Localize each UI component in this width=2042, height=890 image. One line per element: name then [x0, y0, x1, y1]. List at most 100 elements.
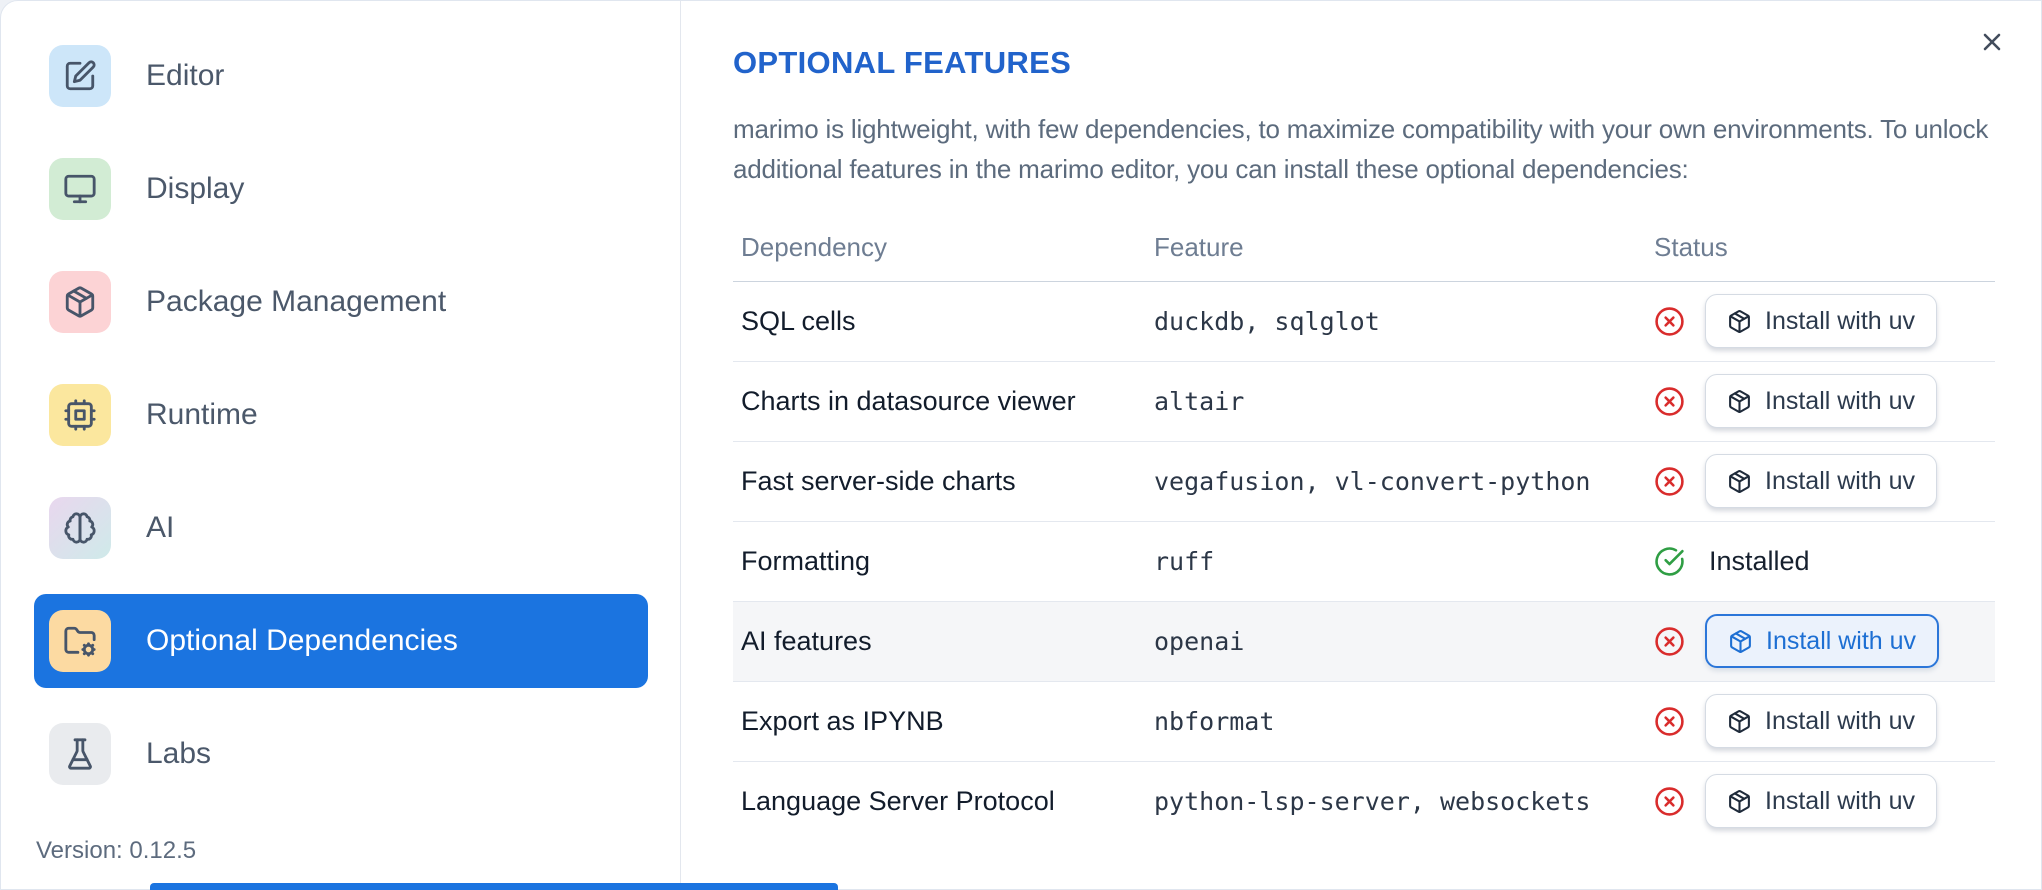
status-cell: Install with uv — [1646, 361, 1995, 442]
install-with-uv-button[interactable]: Install with uv — [1705, 614, 1940, 668]
dependency-cell: SQL cells — [733, 281, 1146, 362]
install-button-label: Install with uv — [1765, 386, 1916, 415]
sidebar-item-runtime[interactable]: Runtime — [34, 368, 648, 462]
table-row-fast-server-side-charts: Fast server-side charts vegafusion, vl-co… — [733, 441, 1995, 522]
install-button-label: Install with uv — [1765, 706, 1916, 735]
install-with-uv-button[interactable]: Install with uv — [1705, 374, 1938, 428]
dependency-cell: Charts in datasource viewer — [733, 361, 1146, 442]
missing-status-icon — [1654, 786, 1685, 817]
feature-cell: python-lsp-server, websockets — [1154, 786, 1591, 816]
settings-sidebar: Editor Display Package Management Runtime AI… — [1, 1, 681, 889]
dependencies-table: Dependency Feature Status SQL cells duckd… — [733, 223, 1995, 841]
cpu-icon — [64, 399, 96, 431]
table-row-formatting: Formatting ruff Installed — [733, 521, 1995, 602]
circle-x-icon — [1655, 306, 1684, 336]
package-icon — [1729, 709, 1750, 733]
circle-check-icon — [1655, 546, 1684, 576]
install-button-label: Install with uv — [1765, 466, 1916, 495]
package-icon — [1727, 469, 1752, 494]
status-cell: Install with uv — [1646, 441, 1995, 522]
installed-label: Installed — [1709, 545, 1810, 576]
package-icon — [1729, 789, 1750, 813]
circle-x-icon — [1655, 706, 1684, 736]
package-icon — [1727, 789, 1752, 814]
feature-cell: ruff — [1146, 521, 1646, 602]
close-button[interactable] — [1973, 23, 2011, 61]
edit-icon — [49, 45, 111, 107]
x-icon — [1983, 33, 2001, 51]
flask-icon — [49, 723, 111, 785]
sidebar-item-optional-dependencies[interactable]: Optional Dependencies — [34, 594, 648, 688]
monitor-icon — [64, 174, 96, 204]
settings-dialog: Editor Display Package Management Runtime AI… — [0, 0, 2042, 890]
status-cell: Install with uv — [1646, 761, 1995, 841]
brain-icon — [64, 512, 96, 544]
version-label: Version: 0.12.5 — [36, 837, 197, 864]
install-with-uv-button[interactable]: Install with uv — [1705, 454, 1938, 508]
package-icon — [1729, 389, 1750, 413]
sidebar-item-label: Editor — [146, 59, 225, 92]
optional-dependencies-panel: OPTIONAL FEATURES marimo is lightweight,… — [681, 1, 2041, 889]
missing-status-icon — [1654, 466, 1685, 497]
circle-x-icon — [1655, 787, 1684, 816]
install-with-uv-button[interactable]: Install with uv — [1705, 774, 1938, 829]
sidebar-item-display[interactable]: Display — [34, 142, 648, 236]
circle-x-icon — [1655, 466, 1684, 496]
install-with-uv-button[interactable]: Install with uv — [1705, 694, 1938, 748]
table-header-row: Dependency Feature Status — [733, 223, 1995, 282]
feature-cell: duckdb, sqlglot — [1146, 281, 1646, 362]
missing-status-icon — [1654, 706, 1685, 737]
dependency-cell: Export as IPYNB — [733, 681, 1146, 762]
dependency-cell: Formatting — [733, 521, 1146, 602]
feature-cell: vegafusion, vl-convert-python — [1146, 441, 1646, 522]
dependency-cell: AI features — [733, 601, 1146, 682]
install-with-uv-button[interactable]: Install with uv — [1705, 294, 1938, 348]
installed-status-icon — [1654, 546, 1685, 577]
package-icon — [65, 286, 95, 318]
sidebar-item-label: AI — [146, 511, 175, 544]
circle-x-icon — [1655, 626, 1684, 656]
table-row-charts-in-datasource-viewer: Charts in datasource viewer altair Install… — [733, 361, 1995, 442]
edit-icon — [65, 60, 96, 91]
status-cell: Installed — [1646, 521, 1995, 602]
sidebar-item-label: Optional Dependencies — [146, 624, 458, 657]
status-cell: Install with uv — [1646, 601, 1995, 682]
column-header-status: Status — [1646, 223, 1995, 282]
circle-x-icon — [1655, 386, 1684, 416]
package-icon — [1727, 709, 1752, 734]
column-header-dependency: Dependency — [733, 223, 1146, 282]
sidebar-item-label: Package Management — [146, 285, 447, 318]
sidebar-item-package-management[interactable]: Package Management — [34, 255, 648, 349]
missing-status-icon — [1654, 626, 1685, 657]
sidebar-item-label: Display — [146, 172, 245, 205]
install-button-label: Install with uv — [1765, 786, 1916, 815]
sidebar-item-editor[interactable]: Editor — [34, 29, 648, 123]
cpu-icon — [49, 384, 111, 446]
package-icon — [1727, 309, 1752, 334]
panel-title: OPTIONAL FEATURES — [733, 45, 1072, 80]
dependencies-table-body: SQL cells duckdb, sqlglot Install with uv C… — [733, 281, 1995, 841]
sidebar-item-labs[interactable]: Labs — [34, 707, 648, 801]
feature-cell: nbformat — [1146, 681, 1646, 762]
folder-cog-icon — [49, 610, 111, 672]
install-button-label: Install with uv — [1765, 306, 1916, 335]
package-icon — [1729, 469, 1750, 493]
package-icon — [1728, 629, 1753, 654]
feature-cell: openai — [1146, 601, 1646, 682]
app-backdrop: Editor Display Package Management Runtime AI… — [0, 0, 2042, 890]
missing-status-icon — [1654, 306, 1685, 337]
package-icon — [1729, 309, 1750, 333]
install-button-label: Install with uv — [1766, 626, 1917, 655]
brain-icon — [49, 497, 111, 559]
table-row-sql-cells: SQL cells duckdb, sqlglot Install with uv — [733, 281, 1995, 362]
sidebar-item-ai[interactable]: AI — [34, 481, 648, 575]
background-accent-strip — [150, 883, 838, 890]
package-icon — [1730, 629, 1751, 653]
monitor-icon — [49, 158, 111, 220]
flask-icon — [68, 738, 92, 770]
sidebar-nav: Editor Display Package Management Runtime AI… — [34, 29, 680, 820]
sidebar-item-label: Runtime — [146, 398, 258, 431]
feature-cell: altair — [1146, 361, 1646, 442]
package-icon — [49, 271, 111, 333]
table-row-export-as-ipynb: Export as IPYNB nbformat Install with uv — [733, 681, 1995, 762]
